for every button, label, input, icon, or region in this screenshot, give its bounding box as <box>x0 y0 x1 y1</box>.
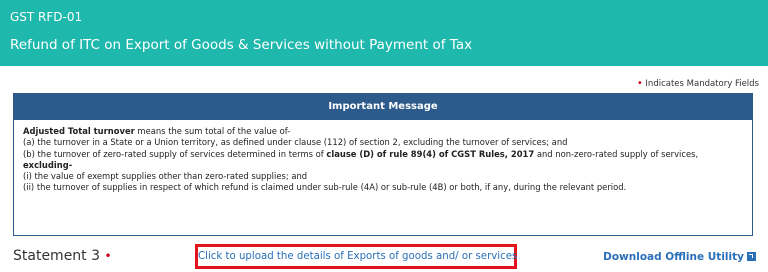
statement-label: Statement 3 • <box>13 248 112 264</box>
message-line-ii: (ii) the turnover of supplies in respect… <box>23 182 627 193</box>
download-offline-utility-link[interactable]: Download Offline Utility <box>603 251 756 263</box>
message-intro-rest: means the sum total of the value of- <box>134 126 291 136</box>
page-title: Refund of ITC on Export of Goods & Servi… <box>10 37 473 53</box>
mandatory-note-text: Indicates Mandatory Fields <box>645 79 759 89</box>
required-star-icon: • <box>104 249 112 263</box>
message-line-b-bold: clause (D) of rule 89(4) of CGST Rules, … <box>326 148 535 159</box>
required-star-icon: • <box>636 78 643 89</box>
message-excluding: excluding- <box>23 160 743 171</box>
upload-exports-link[interactable]: Click to upload the details of Exports o… <box>195 244 517 269</box>
mandatory-fields-note: • Indicates Mandatory Fields <box>637 78 759 89</box>
important-message-heading: Important Message <box>14 94 752 120</box>
message-line-i: (i) the value of exempt supplies other t… <box>23 171 308 182</box>
form-code: GST RFD-01 <box>10 10 83 24</box>
message-line-a: (a) the turnover in a State or a Union t… <box>23 137 568 148</box>
message-excluding-label: excluding- <box>23 159 73 170</box>
message-line-b-start: (b) the turnover of zero-rated supply of… <box>23 148 327 159</box>
download-offline-utility-label: Download Offline Utility <box>603 251 744 263</box>
statement-label-text: Statement 3 <box>13 248 101 264</box>
message-intro: Adjusted Total turnover means the sum to… <box>23 126 743 137</box>
external-link-icon <box>747 252 756 261</box>
page-header: GST RFD-01 Refund of ITC on Export of Go… <box>0 0 768 66</box>
important-message-box: Important Message Adjusted Total turnove… <box>13 93 753 236</box>
important-message-body: Adjusted Total turnover means the sum to… <box>14 120 752 194</box>
message-term: Adjusted Total turnover <box>23 126 135 136</box>
message-line-b: (b) the turnover of zero-rated supply of… <box>23 149 743 160</box>
message-line-b-end: and non-zero-rated supply of services, <box>534 148 699 159</box>
